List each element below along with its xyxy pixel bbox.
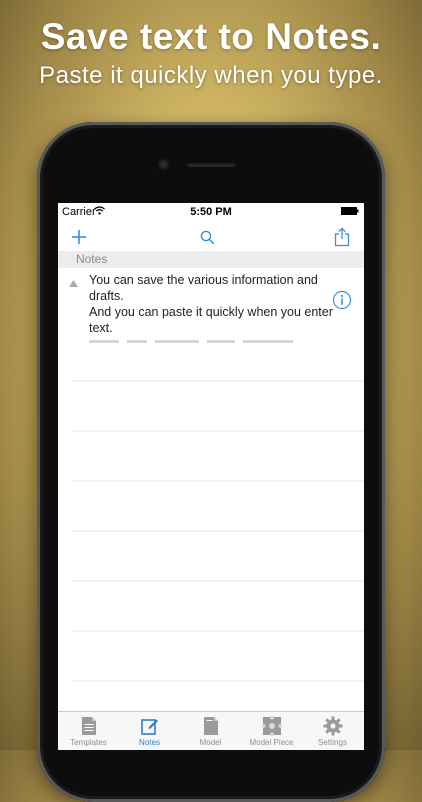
tab-templates[interactable]: Templates [58, 716, 119, 747]
note-line: drafts. [89, 289, 124, 303]
search-button[interactable] [194, 224, 220, 250]
navigation-bar [58, 221, 364, 251]
gear-icon [323, 716, 342, 736]
tab-model[interactable]: Model [180, 716, 241, 747]
clock: 5:50 PM [190, 206, 232, 218]
promo-subtitle: Paste it quickly when you type. [39, 62, 383, 89]
app-screen: Carrier 5:50 PM Notes You can save the v… [58, 203, 364, 750]
battery-icon [341, 207, 359, 215]
promo-title: Save text to Notes. [40, 16, 382, 57]
note-row[interactable]: You can save the various information and… [58, 268, 364, 336]
search-icon [200, 230, 214, 244]
share-button[interactable] [329, 224, 355, 250]
note-line: And you can paste it quickly when you en… [89, 305, 333, 319]
tab-label: Settings [318, 738, 347, 747]
share-icon [334, 227, 350, 247]
tab-settings[interactable]: Settings [302, 716, 363, 747]
page-icon [203, 717, 218, 735]
earpiece-speaker [187, 162, 236, 167]
faded-text-icon [89, 340, 293, 343]
section-header-label: Notes [76, 252, 108, 266]
tab-notes[interactable]: Notes [119, 716, 180, 747]
add-note-button[interactable] [66, 224, 92, 250]
plus-icon [72, 230, 86, 244]
front-camera [159, 160, 168, 169]
tab-label: Model Piece [249, 738, 294, 747]
tab-label: Templates [70, 738, 107, 747]
move-up-arrow-icon[interactable] [69, 280, 78, 287]
tab-label: Model [199, 738, 222, 747]
tab-bar: Templates Notes Model Model Piece Settin… [58, 711, 364, 750]
puzzle-icon [261, 716, 282, 736]
note-line: You can save the various information and [89, 273, 318, 287]
truncated-note-preview [89, 334, 329, 343]
note-text: You can save the various information and… [89, 272, 335, 336]
tab-label: Notes [139, 738, 160, 747]
section-header-notes: Notes [58, 251, 364, 268]
status-bar: Carrier 5:50 PM [58, 203, 364, 221]
info-icon[interactable] [332, 290, 352, 310]
compose-icon [140, 719, 158, 735]
document-icon [81, 717, 96, 735]
tab-model-piece[interactable]: Model Piece [241, 716, 302, 747]
